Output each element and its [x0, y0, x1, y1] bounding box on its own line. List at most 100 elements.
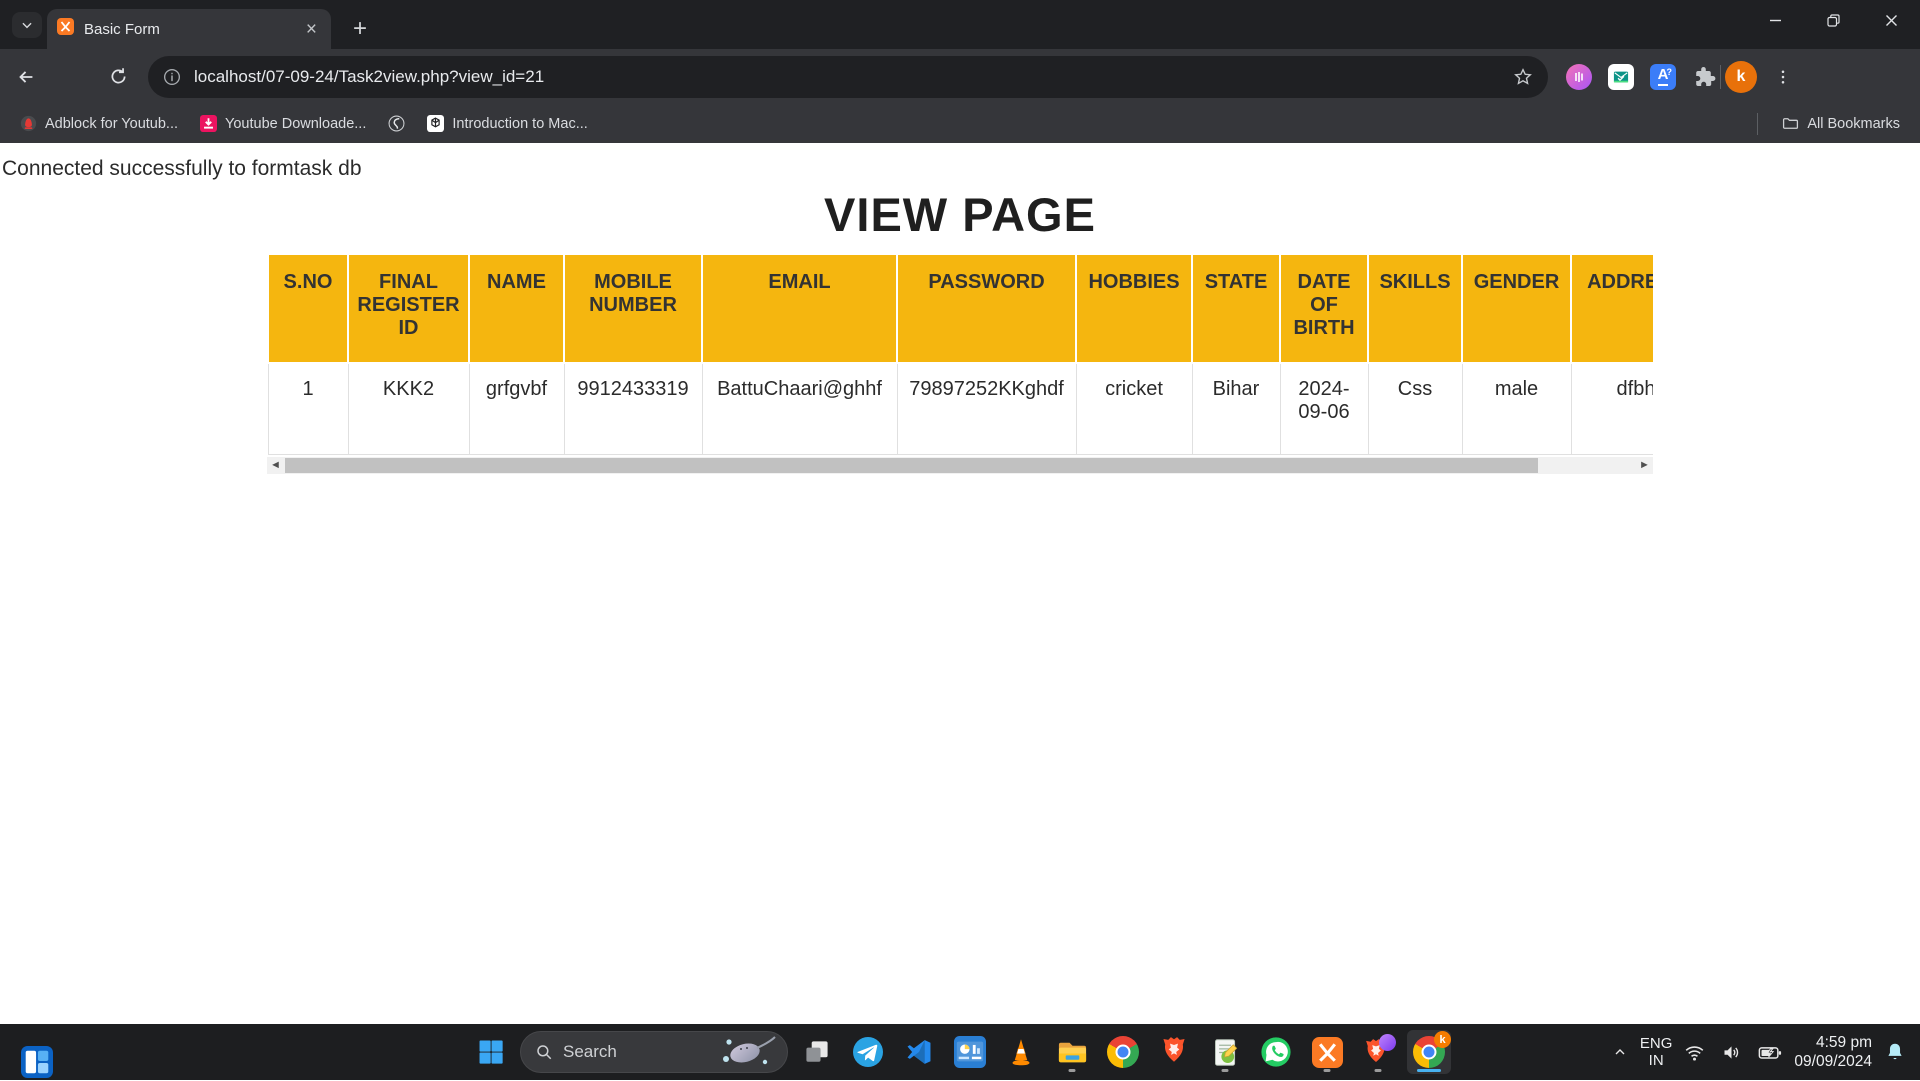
- bookmark-item[interactable]: [380, 111, 413, 136]
- scroll-left-arrow[interactable]: ◄: [267, 457, 284, 474]
- bookmark-label: Introduction to Mac...: [452, 116, 587, 132]
- bookmark-item[interactable]: Youtube Downloade...: [192, 111, 374, 136]
- brave-profile-taskbar-button[interactable]: [1356, 1030, 1400, 1074]
- notepad-plus-taskbar-button[interactable]: [1203, 1030, 1247, 1074]
- padlet-extension-icon[interactable]: [1566, 64, 1592, 90]
- wifi-icon: [1684, 1042, 1705, 1063]
- dashboard-app-taskbar-button[interactable]: [948, 1030, 992, 1074]
- battery-button[interactable]: [1754, 1038, 1786, 1067]
- scrollbar-thumb[interactable]: [285, 458, 1538, 473]
- column-header: S.NO: [268, 254, 348, 363]
- taskbar: Search k ENG IN 4:59 pm: [0, 1024, 1920, 1080]
- openai-icon: [427, 115, 444, 132]
- file-explorer-icon: [1056, 1036, 1089, 1069]
- window-close-button[interactable]: [1862, 0, 1920, 40]
- window-restore-button[interactable]: [1804, 0, 1862, 40]
- tab-title: Basic Form: [84, 21, 292, 38]
- browser-menu-button[interactable]: [1763, 57, 1803, 97]
- table-cell: grfgvbf: [469, 363, 564, 454]
- file-explorer-taskbar-button[interactable]: [1050, 1030, 1094, 1074]
- battery-charging-icon: [1758, 1042, 1782, 1063]
- forward-button[interactable]: [52, 57, 92, 97]
- chrome-profile-taskbar-button[interactable]: k: [1407, 1030, 1451, 1074]
- column-header: GENDER: [1462, 254, 1571, 363]
- task-view-taskbar-button[interactable]: [795, 1030, 839, 1074]
- whatsapp-taskbar-button[interactable]: [1254, 1030, 1298, 1074]
- notifications-button[interactable]: [1880, 1037, 1910, 1067]
- running-app-indicator: [1375, 1069, 1382, 1072]
- records-table: S.NOFINAL REGISTER IDNAMEMOBILE NUMBEREM…: [267, 253, 1653, 455]
- scroll-right-arrow[interactable]: ►: [1636, 457, 1653, 474]
- language-indicator[interactable]: ENG IN: [1640, 1035, 1673, 1070]
- search-icon: [535, 1043, 553, 1061]
- back-button[interactable]: [6, 57, 46, 97]
- vlc-taskbar-button[interactable]: [999, 1030, 1043, 1074]
- forward-arrow-icon: [61, 66, 83, 88]
- table-cell: 9912433319: [564, 363, 702, 454]
- column-header: HOBBIES: [1076, 254, 1192, 363]
- telegram-taskbar-button[interactable]: [846, 1030, 890, 1074]
- bookmark-star-icon[interactable]: [1512, 66, 1534, 88]
- translate-extension-icon[interactable]: A?: [1650, 64, 1676, 90]
- horizontal-scrollbar[interactable]: ◄ ►: [267, 457, 1653, 474]
- window-minimize-button[interactable]: [1746, 0, 1804, 40]
- table-cell: 79897252KKghdf: [897, 363, 1076, 454]
- clock-time: 4:59 pm: [1794, 1033, 1872, 1052]
- chrome-taskbar-button[interactable]: [1101, 1030, 1145, 1074]
- task-view-icon: [802, 1037, 832, 1067]
- toolbar-divider: [1720, 65, 1721, 89]
- widgets-button[interactable]: [18, 1043, 56, 1081]
- table-cell: Bihar: [1192, 363, 1280, 454]
- adblock-icon: [20, 115, 37, 132]
- reload-button[interactable]: [98, 57, 138, 97]
- running-app-indicator: [1324, 1069, 1331, 1072]
- chevron-down-icon: [20, 18, 34, 32]
- brave-taskbar-button[interactable]: [1152, 1030, 1196, 1074]
- browser-tab[interactable]: Basic Form ×: [47, 9, 331, 49]
- windows-start-icon: [476, 1037, 506, 1067]
- mail-extension-icon[interactable]: [1608, 64, 1634, 90]
- column-header: SKILLS: [1368, 254, 1462, 363]
- tray-show-hidden-button[interactable]: [1608, 1040, 1632, 1064]
- new-tab-button[interactable]: +: [345, 15, 375, 43]
- taskbar-search-box[interactable]: Search: [520, 1031, 788, 1073]
- profile-avatar[interactable]: k: [1725, 61, 1757, 93]
- xampp-taskbar-button[interactable]: [1305, 1030, 1349, 1074]
- youtube-downloader-icon: [200, 115, 217, 132]
- column-header: EMAIL: [702, 254, 897, 363]
- browser-toolbar: localhost/07-09-24/Task2view.php?view_id…: [0, 49, 1920, 104]
- bookmark-item[interactable]: Adblock for Youtub...: [12, 111, 186, 136]
- dashboard-app-icon: [954, 1036, 986, 1068]
- chrome-icon: [1107, 1036, 1139, 1068]
- address-bar[interactable]: localhost/07-09-24/Task2view.php?view_id…: [148, 56, 1548, 98]
- widgets-icon: [21, 1046, 53, 1078]
- brave-icon: [1159, 1036, 1189, 1068]
- vlc-icon: [1005, 1036, 1037, 1068]
- wifi-button[interactable]: [1680, 1038, 1709, 1067]
- vscode-taskbar-button[interactable]: [897, 1030, 941, 1074]
- column-header: PASSWORD: [897, 254, 1076, 363]
- clock[interactable]: 4:59 pm 09/09/2024: [1794, 1033, 1872, 1072]
- all-bookmarks-button[interactable]: All Bookmarks: [1774, 111, 1908, 136]
- table-cell: Css: [1368, 363, 1462, 454]
- table-cell: KKK2: [348, 363, 469, 454]
- tab-close-icon[interactable]: ×: [302, 18, 321, 41]
- table-row: 1KKK2grfgvbf9912433319BattuChaari@ghhf79…: [268, 363, 1653, 454]
- url-text[interactable]: localhost/07-09-24/Task2view.php?view_id…: [194, 67, 1500, 87]
- bookmark-item[interactable]: Introduction to Mac...: [419, 111, 595, 136]
- browser-titlebar: Basic Form × +: [0, 0, 1920, 49]
- column-header: ADDRESS: [1571, 254, 1653, 363]
- brave-profile-icon: [1362, 1036, 1394, 1068]
- site-info-icon[interactable]: [162, 67, 182, 87]
- page-title: VIEW PAGE: [0, 187, 1920, 242]
- table-cell: 1: [268, 363, 348, 454]
- table-cell: dfbh: [1571, 363, 1653, 454]
- start-button[interactable]: [469, 1030, 513, 1074]
- search-highlight-stingray-image[interactable]: [719, 1034, 781, 1070]
- xampp-icon: [1312, 1037, 1343, 1068]
- extensions-puzzle-icon[interactable]: [1692, 65, 1716, 89]
- column-header: DATE OF BIRTH: [1280, 254, 1368, 363]
- running-app-indicator: [1069, 1069, 1076, 1072]
- volume-button[interactable]: [1717, 1038, 1746, 1067]
- tab-search-button[interactable]: [12, 12, 42, 38]
